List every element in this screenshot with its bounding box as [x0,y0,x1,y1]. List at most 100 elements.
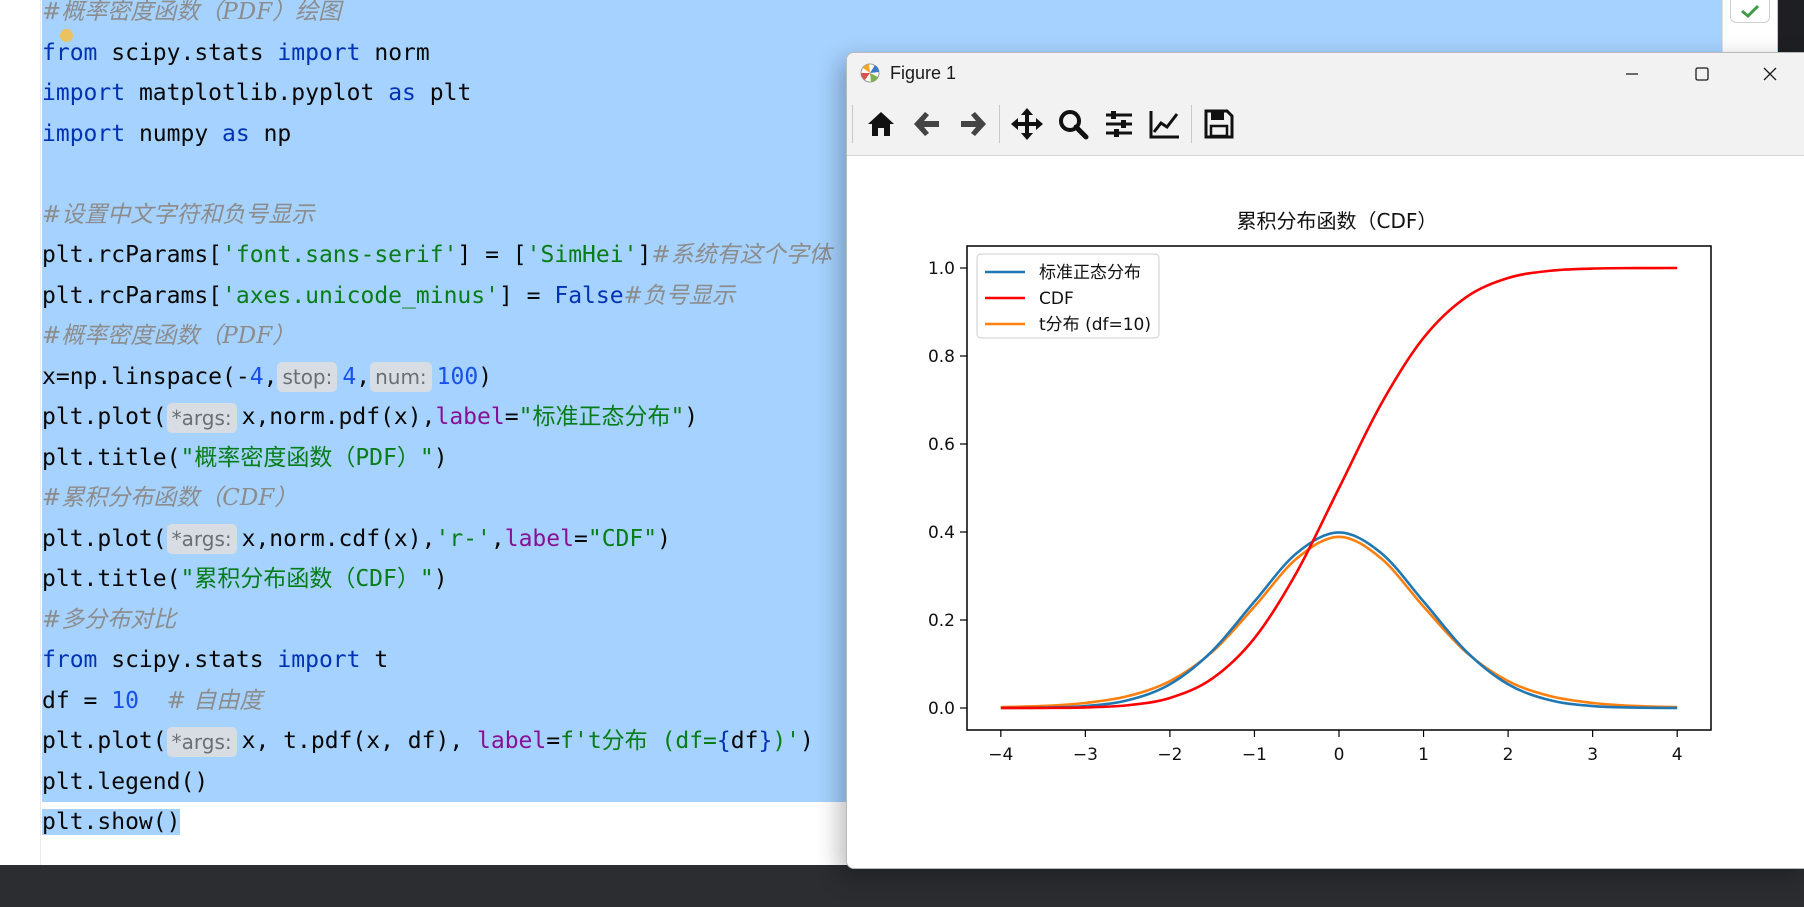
plot-canvas[interactable]: 累积分布函数（CDF） −4 −3 −2 −1 0 1 2 3 4 0.0 0.2 0.4 0.6 0.8… [847,156,1804,868]
code-token: df = [42,687,112,714]
figure-window[interactable]: Figure 1 累积分布函数（CDF） −4 −3 −2 −1 0 1 2 3… [846,52,1804,869]
code-token: ] = [498,282,555,309]
code-token: x, t.pdf(x, df), [241,728,478,754]
legend-label: CDF [1039,289,1074,309]
code-token: 'font.sans-serif' [222,242,458,268]
code-token: x,norm.cdf(x), [241,525,436,552]
code-token: x=np.linspace(- [42,363,250,390]
code-token: f't分布 (df= [560,728,717,754]
code-token: 100 [436,363,479,390]
code-token: import [42,120,126,147]
code-token: ) [478,363,493,390]
code-token: "标准正态分布" [518,404,685,430]
configure-subplots-button[interactable] [1099,103,1139,145]
code-token: import [277,39,361,66]
status-bar [0,865,1804,907]
minimize-button[interactable] [1597,53,1667,95]
x-tick-label: −3 [1073,745,1098,765]
code-token: "CDF" [587,525,658,552]
code-token: x,norm.pdf(x), [241,404,436,430]
code-token: label [435,404,505,430]
code-line[interactable]: #概率密度函数（PDF）绘图 [42,0,1802,33]
toolbar-separator [999,105,1000,143]
save-button[interactable] [1199,103,1239,145]
close-button[interactable] [1735,53,1804,95]
back-arrow-icon [914,112,939,136]
y-tick-label: 1.0 [928,259,955,279]
code-token: scipy.stats [97,647,278,673]
y-tick-label: 0.2 [928,611,955,631]
forward-arrow-icon [961,112,986,136]
x-tick-label: −4 [988,745,1013,765]
code-token: , [263,363,278,390]
code-token: } [758,728,773,754]
forward-button[interactable] [953,103,993,145]
code-token: plt.plot( [42,404,167,430]
chart-title: 累积分布函数（CDF） [1237,209,1438,233]
code-token: ) [800,728,814,754]
code-token: 10 [111,687,139,714]
edit-axis-button[interactable] [1145,103,1185,145]
code-token: scipy.stats [97,39,278,66]
code-token: )' [772,728,801,754]
code-token: , [490,525,505,552]
intention-bulb-icon[interactable] [60,29,73,42]
code-token: plt.rcParams[ [42,282,223,309]
pan-move-icon [1011,108,1043,140]
code-token: "概率密度函数（PDF）" [180,444,434,471]
parameter-hint: *args: [166,726,237,757]
code-token: from [42,647,98,673]
title-bar[interactable]: Figure 1 [847,53,1804,95]
code-token: norm [360,39,430,66]
code-token: plt.plot( [42,728,167,754]
code-token: label [477,728,547,754]
parameter-hint: num: [370,362,432,392]
x-tick-label: 0 [1334,745,1345,765]
close-icon [1763,67,1777,81]
code-token: ) [433,566,448,592]
code-token: #概率密度函数（PDF） [42,323,296,349]
maximize-icon [1695,67,1709,81]
y-tick-label: 0.6 [928,435,955,455]
back-button[interactable] [907,103,947,145]
code-token: 'axes.unicode_minus' [222,282,499,309]
code-token: { [716,728,731,754]
x-tick-label: 1 [1418,745,1429,765]
code-token: import [277,647,361,673]
pan-button[interactable] [1007,103,1047,145]
maximize-button[interactable] [1667,53,1737,95]
figure-toolbar [847,95,1804,156]
code-token: #负号显示 [623,282,735,309]
zoom-button[interactable] [1053,103,1093,145]
code-token: #多分布对比 [42,606,177,633]
chart: 累积分布函数（CDF） −4 −3 −2 −1 0 1 2 3 4 0.0 0.2 0.4 0.6 0.8… [928,209,1712,765]
code-token: "累积分布函数（CDF）" [180,566,434,592]
code-token: = [573,525,588,552]
code-token: plt.show() [42,809,181,835]
parameter-hint: *args: [166,402,237,433]
editor-gutter [0,0,41,865]
home-button[interactable] [861,103,901,145]
code-token: ) [433,444,448,471]
code-token: np [249,120,292,147]
code-token: numpy [125,120,223,147]
code-token: plt.plot( [42,525,167,552]
code-token: matplotlib.pyplot [125,80,389,106]
code-token: plt.legend() [42,768,209,795]
x-tick-label: 2 [1503,745,1514,765]
inspection-ok-icon[interactable] [1730,0,1770,23]
code-token: plt [415,80,472,106]
code-token: plt.title( [42,566,181,592]
code-token: plt.title( [42,444,181,471]
code-token: 'r-' [435,525,491,552]
code-token: = [546,728,561,754]
code-token: #累积分布函数（CDF） [42,485,298,511]
code-token: as [388,80,416,106]
home-icon [868,112,894,136]
code-token: = [504,404,519,430]
y-tick-label: 0.8 [928,347,955,367]
y-tick-label: 0.0 [928,699,955,719]
code-token: t [360,647,389,673]
zoom-magnifier-icon [1059,110,1089,140]
